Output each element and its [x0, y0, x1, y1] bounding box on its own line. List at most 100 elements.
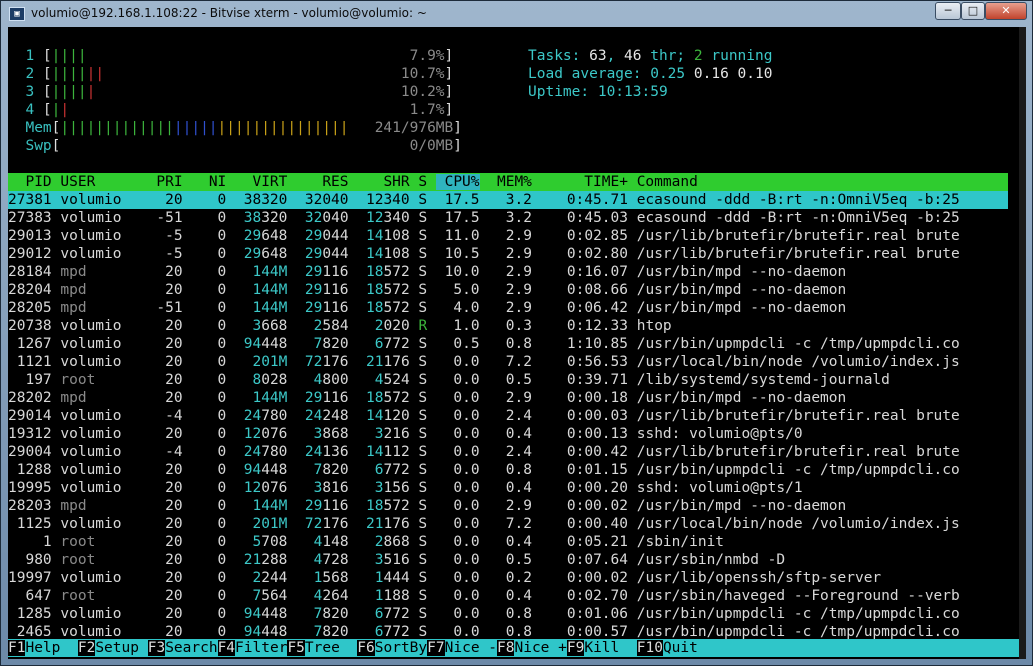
process-row[interactable]: 19997 volumio 20 0 2244 1568 1444 S 0.0 …: [8, 569, 1008, 587]
title-bar[interactable]: ▣ volumio@192.168.1.108:22 - Bitvise xte…: [1, 1, 1033, 27]
process-row[interactable]: 28202 mpd 20 0 144M 29116 18572 S 0.0 2.…: [8, 389, 1008, 407]
process-cell: 0.0: [435, 462, 480, 478]
process-cell: 4728: [313, 552, 349, 568]
fkey-label-f6[interactable]: SortBy: [375, 640, 427, 656]
fkey-f4[interactable]: F4: [217, 640, 236, 656]
process-cell: 14108: [366, 246, 410, 262]
process-table-header[interactable]: PID USER PRI NI VIRT RES SHR S CPU% MEM%…: [8, 173, 1008, 191]
column-header-cpu[interactable]: CPU%: [435, 174, 480, 190]
number-thousands: 21: [366, 354, 384, 370]
number-thousands: 18: [366, 498, 384, 514]
process-row[interactable]: 197 root 20 0 8028 4800 4524 S 0.0 0.5 0…: [8, 371, 1008, 389]
column-header-pid[interactable]: PID: [8, 174, 51, 190]
process-row[interactable]: 1285 volumio 20 0 94448 7820 6772 S 0.0 …: [8, 605, 1008, 623]
fkey-label-f5[interactable]: Tree: [305, 640, 357, 656]
process-cell: 0.0: [435, 408, 480, 424]
maximize-button[interactable]: □: [961, 2, 985, 20]
fkey-f6[interactable]: F6: [357, 640, 375, 656]
fkey-label-f1[interactable]: Help: [25, 640, 77, 656]
fkey-f10[interactable]: F10: [636, 640, 663, 656]
process-cell: 0: [191, 570, 227, 586]
process-row[interactable]: 29012 volumio -5 0 29648 29044 14108 S 1…: [8, 245, 1008, 263]
fkey-label-f10[interactable]: Quit: [663, 640, 698, 656]
process-row[interactable]: 29013 volumio -5 0 29648 29044 14108 S 1…: [8, 227, 1008, 245]
process-row[interactable]: 980 root 20 0 21288 4728 3516 S 0.0 0.5 …: [8, 551, 1008, 569]
number-thousands: 29: [304, 300, 323, 316]
process-row[interactable]: 28184 mpd 20 0 144M 29116 18572 S 10.0 2…: [8, 263, 1008, 281]
process-cell: /usr/lib/brutefir/brutefir.real brute: [636, 444, 960, 460]
fkey-label-f4[interactable]: Filter: [235, 640, 287, 656]
fkey-f1[interactable]: F1: [8, 640, 26, 656]
process-row[interactable]: 1125 volumio 20 0 201M 72176 21176 S 0.0…: [8, 515, 1008, 533]
process-row[interactable]: 27383 volumio -51 0 38320 32040 12340 S …: [8, 209, 1008, 227]
process-row[interactable]: 1288 volumio 20 0 94448 7820 6772 S 0.0 …: [8, 461, 1008, 479]
column-header-shr[interactable]: SHR: [357, 174, 409, 190]
fkey-label-f8[interactable]: Nice +: [514, 640, 566, 656]
process-cell: 1444: [374, 570, 410, 586]
process-row[interactable]: 1267 volumio 20 0 94448 7820 6772 S 0.5 …: [8, 335, 1008, 353]
fkey-f9[interactable]: F9: [566, 640, 585, 656]
process-cell: 0: [191, 516, 227, 532]
fkey-f2[interactable]: F2: [77, 640, 96, 656]
column-header-pri[interactable]: PRI: [139, 174, 182, 190]
fkey-f7[interactable]: F7: [427, 640, 445, 656]
column-header-virt[interactable]: VIRT: [235, 174, 287, 190]
terminal-screen[interactable]: 1 [|||| 7.9%] 2 [|||||| 10.7%] 3 [||||| …: [8, 27, 1026, 659]
process-cell: 29013: [8, 228, 52, 244]
process-cell: volumio: [60, 192, 139, 208]
process-row[interactable]: 1 root 20 0 5708 4148 2868 S 0.0 0.4 0:0…: [8, 533, 1008, 551]
process-row[interactable]: 28205 mpd -51 0 144M 29116 18572 S 4.0 2…: [8, 299, 1008, 317]
process-cell: 29044: [304, 228, 349, 244]
process-cell: 0.0: [435, 426, 480, 442]
process-row[interactable]: 20738 volumio 20 0 3668 2584 2020 R 1.0 …: [8, 317, 1008, 335]
cpu-label: 4: [8, 102, 43, 118]
meter-bar: |: [60, 102, 70, 118]
fkey-label-f7[interactable]: Nice -: [445, 640, 497, 656]
column-header-s[interactable]: S: [418, 174, 427, 190]
process-cell: 20: [138, 480, 183, 496]
process-row[interactable]: 27381 volumio 20 0 38320 32040 12340 S 1…: [8, 191, 1008, 209]
process-cell: root: [60, 552, 139, 568]
process-cell: /usr/bin/mpd --no-daemon: [636, 300, 847, 316]
column-header-mem[interactable]: MEM%: [488, 174, 532, 190]
close-button[interactable]: ✕: [985, 2, 1027, 20]
fkey-label-f2[interactable]: Setup: [95, 640, 147, 656]
fkey-f3[interactable]: F3: [147, 640, 166, 656]
column-header-ni[interactable]: NI: [191, 174, 226, 190]
process-row[interactable]: 19995 volumio 20 0 12076 3816 3156 S 0.0…: [8, 479, 1008, 497]
mem-meter: Mem[||||||||||||||||||||||||||||||||| 24…: [8, 119, 462, 137]
column-header-res[interactable]: RES: [296, 174, 348, 190]
fkey-label-f3[interactable]: Search: [165, 640, 217, 656]
process-row[interactable]: 28203 mpd 20 0 144M 29116 18572 S 0.0 2.…: [8, 497, 1008, 515]
meter-close-bracket: ]: [453, 138, 462, 154]
meter-bar: |||||||||||||: [60, 120, 174, 136]
process-cell: S: [418, 336, 428, 352]
process-row[interactable]: 647 root 20 0 7564 4264 1188 S 0.0 0.4 0…: [8, 587, 1008, 605]
process-row[interactable]: 28204 mpd 20 0 144M 29116 18572 S 5.0 2.…: [8, 281, 1008, 299]
process-cell: 647: [8, 588, 52, 604]
process-cell: /usr/bin/mpd --no-daemon: [636, 264, 847, 280]
column-header-command[interactable]: Command: [637, 174, 698, 190]
number-thousands: 38: [243, 210, 262, 226]
terminal-app-icon[interactable]: ▣: [9, 7, 25, 21]
process-cell: -4: [138, 444, 183, 460]
process-cell: S: [418, 516, 428, 532]
fkey-label-f9[interactable]: Kill: [584, 640, 636, 656]
process-row[interactable]: 29004 volumio -4 0 24780 24136 14112 S 0…: [8, 443, 1008, 461]
process-row[interactable]: 29014 volumio -4 0 24780 24248 14120 S 0…: [8, 407, 1008, 425]
process-row[interactable]: 19312 volumio 20 0 12076 3868 3216 S 0.0…: [8, 425, 1008, 443]
number-thousands: 29: [304, 282, 323, 298]
scrollbar[interactable]: [1019, 27, 1026, 659]
process-cell: 2244: [252, 570, 288, 586]
fkey-f8[interactable]: F8: [497, 640, 515, 656]
process-cell: 7820: [313, 336, 349, 352]
process-cell: 12076: [243, 480, 288, 496]
column-header-time[interactable]: TIME+: [541, 174, 628, 190]
process-cell: 0:00.03: [540, 408, 628, 424]
meter-gap: [95, 84, 401, 100]
fkey-f5[interactable]: F5: [287, 640, 305, 656]
process-cell: 20: [138, 624, 183, 640]
process-row[interactable]: 1121 volumio 20 0 201M 72176 21176 S 0.0…: [8, 353, 1008, 371]
column-header-user[interactable]: USER: [60, 174, 139, 190]
minimize-button[interactable]: ─: [935, 2, 961, 20]
